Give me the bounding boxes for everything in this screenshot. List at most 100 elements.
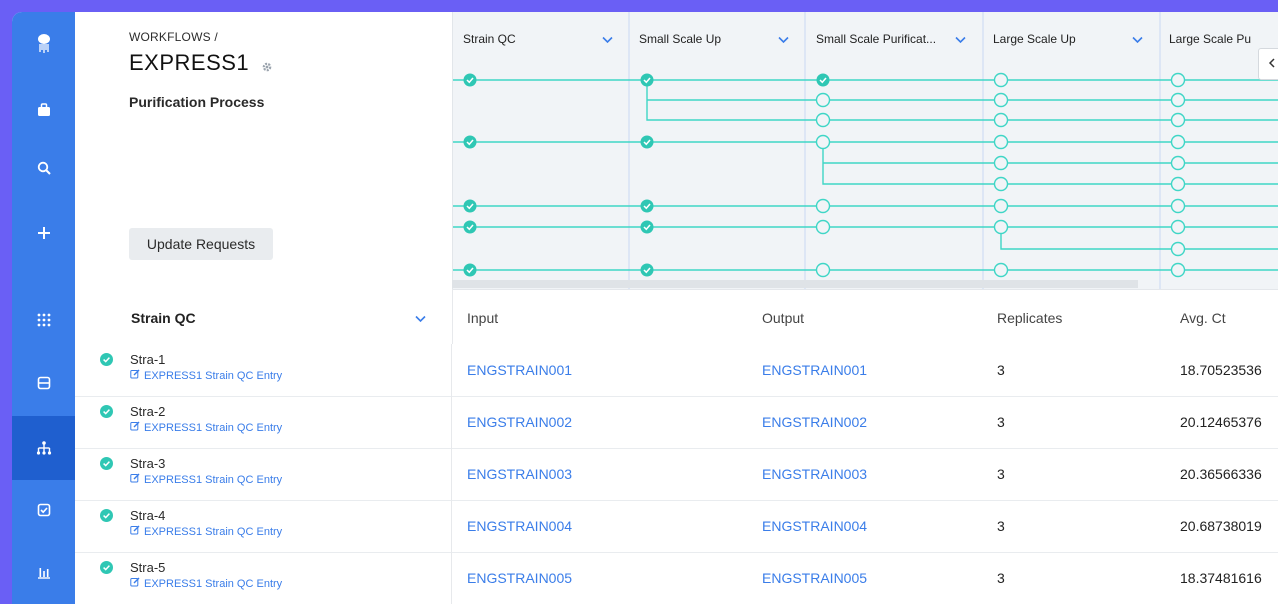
node-pending[interactable]	[993, 112, 1009, 128]
node-pending[interactable]	[1170, 219, 1186, 235]
output-link[interactable]: ENGSTRAIN002	[762, 414, 867, 430]
input-link[interactable]: ENGSTRAIN001	[467, 362, 572, 378]
node-complete[interactable]	[463, 263, 477, 277]
entry-link[interactable]: EXPRESS1 Strain QC Entry	[130, 369, 282, 382]
entry-link[interactable]: EXPRESS1 Strain QC Entry	[130, 421, 282, 434]
node-pending[interactable]	[1170, 72, 1186, 88]
entry-link-label: EXPRESS1 Strain QC Entry	[144, 525, 283, 538]
output-link[interactable]: ENGSTRAIN005	[762, 570, 867, 586]
chevron-down-icon[interactable]	[955, 31, 966, 49]
workflow-graph-canvas	[453, 12, 1278, 289]
output-link[interactable]: ENGSTRAIN003	[762, 466, 867, 482]
node-complete[interactable]	[640, 263, 654, 277]
node-complete[interactable]	[640, 135, 654, 149]
node-pending[interactable]	[1170, 241, 1186, 257]
table-row[interactable]: Stra-2 EXPRESS1 Strain QC Entry ENGSTRAI…	[75, 396, 1278, 449]
node-pending[interactable]	[1170, 155, 1186, 171]
column-divider	[451, 344, 452, 396]
node-complete[interactable]	[463, 135, 477, 149]
node-complete[interactable]	[463, 73, 477, 87]
edit-icon	[130, 421, 140, 434]
apps-grid-icon[interactable]	[12, 300, 75, 340]
chevron-left-icon	[1268, 55, 1276, 73]
input-link[interactable]: ENGSTRAIN002	[467, 414, 572, 430]
inventory-icon[interactable]	[12, 363, 75, 403]
avg-ct-value: 20.68738019	[1180, 518, 1262, 534]
node-complete[interactable]	[816, 73, 830, 87]
stage-header[interactable]: Strain QC	[463, 32, 516, 46]
node-complete[interactable]	[640, 199, 654, 213]
page-subtitle: Purification Process	[129, 94, 265, 110]
column-divider	[451, 552, 452, 604]
node-pending[interactable]	[1170, 134, 1186, 150]
section-selector[interactable]: Strain QC	[75, 289, 453, 344]
entry-link[interactable]: EXPRESS1 Strain QC Entry	[130, 577, 282, 590]
chevron-down-icon[interactable]	[778, 31, 789, 49]
node-pending[interactable]	[815, 262, 831, 278]
node-complete[interactable]	[463, 220, 477, 234]
column-header-input[interactable]: Input	[467, 310, 498, 326]
input-link[interactable]: ENGSTRAIN005	[467, 570, 572, 586]
node-pending[interactable]	[993, 72, 1009, 88]
gear-icon[interactable]	[261, 60, 273, 78]
stage-header[interactable]: Large Scale Pu	[1169, 32, 1251, 46]
node-complete[interactable]	[640, 220, 654, 234]
node-complete[interactable]	[463, 199, 477, 213]
node-pending[interactable]	[993, 92, 1009, 108]
logo-icon[interactable]	[12, 24, 75, 64]
node-pending[interactable]	[815, 112, 831, 128]
output-link[interactable]: ENGSTRAIN001	[762, 362, 867, 378]
chevron-down-icon[interactable]	[1132, 31, 1143, 49]
column-header-avg-ct[interactable]: Avg. Ct	[1180, 310, 1226, 326]
breadcrumb[interactable]: WORKFLOWS /	[129, 30, 218, 44]
node-pending[interactable]	[993, 134, 1009, 150]
avg-ct-value: 20.36566336	[1180, 466, 1262, 482]
node-pending[interactable]	[993, 176, 1009, 192]
node-pending[interactable]	[1170, 112, 1186, 128]
table-row[interactable]: Stra-4 EXPRESS1 Strain QC Entry ENGSTRAI…	[75, 500, 1278, 553]
node-pending[interactable]	[993, 219, 1009, 235]
table-row[interactable]: Stra-5 EXPRESS1 Strain QC Entry ENGSTRAI…	[75, 552, 1278, 604]
node-pending[interactable]	[1170, 198, 1186, 214]
check-circle-icon	[100, 509, 113, 527]
stage-header[interactable]: Small Scale Up	[639, 32, 721, 46]
replicates-value: 3	[997, 362, 1005, 378]
entry-link[interactable]: EXPRESS1 Strain QC Entry	[130, 525, 282, 538]
entry-link[interactable]: EXPRESS1 Strain QC Entry	[130, 473, 282, 486]
input-link[interactable]: ENGSTRAIN004	[467, 518, 572, 534]
node-pending[interactable]	[815, 198, 831, 214]
stage-header[interactable]: Small Scale Purificat...	[816, 32, 936, 46]
search-icon[interactable]	[12, 148, 75, 188]
stage-header[interactable]: Large Scale Up	[993, 32, 1076, 46]
plus-icon[interactable]	[12, 213, 75, 253]
update-requests-button[interactable]: Update Requests	[129, 228, 273, 260]
node-pending[interactable]	[1170, 176, 1186, 192]
chevron-down-icon[interactable]	[415, 310, 426, 328]
node-pending[interactable]	[993, 155, 1009, 171]
entry-link-label: EXPRESS1 Strain QC Entry	[144, 421, 283, 434]
table-row[interactable]: Stra-3 EXPRESS1 Strain QC Entry ENGSTRAI…	[75, 448, 1278, 501]
node-pending[interactable]	[1170, 262, 1186, 278]
node-pending[interactable]	[993, 262, 1009, 278]
node-pending[interactable]	[815, 219, 831, 235]
tasks-icon[interactable]	[12, 490, 75, 530]
output-link[interactable]: ENGSTRAIN004	[762, 518, 867, 534]
column-header-output[interactable]: Output	[762, 310, 804, 326]
node-pending[interactable]	[1170, 92, 1186, 108]
node-pending[interactable]	[815, 134, 831, 150]
reports-icon[interactable]	[12, 552, 75, 592]
workflow-icon[interactable]	[12, 428, 75, 468]
node-pending[interactable]	[815, 92, 831, 108]
collapse-panel-button[interactable]	[1258, 48, 1278, 80]
briefcase-icon[interactable]	[12, 90, 75, 130]
horizontal-scrollbar[interactable]	[452, 280, 1138, 288]
node-complete[interactable]	[640, 73, 654, 87]
node-pending[interactable]	[993, 198, 1009, 214]
row-name: Stra-3	[130, 456, 166, 471]
table-row[interactable]: Stra-1 EXPRESS1 Strain QC Entry ENGSTRAI…	[75, 344, 1278, 397]
page-title: EXPRESS1	[129, 50, 250, 75]
column-header-replicates[interactable]: Replicates	[997, 310, 1062, 326]
workflow-graph: Strain QC Small Scale Up Small Scale Pur…	[452, 12, 1278, 290]
chevron-down-icon[interactable]	[602, 31, 613, 49]
input-link[interactable]: ENGSTRAIN003	[467, 466, 572, 482]
